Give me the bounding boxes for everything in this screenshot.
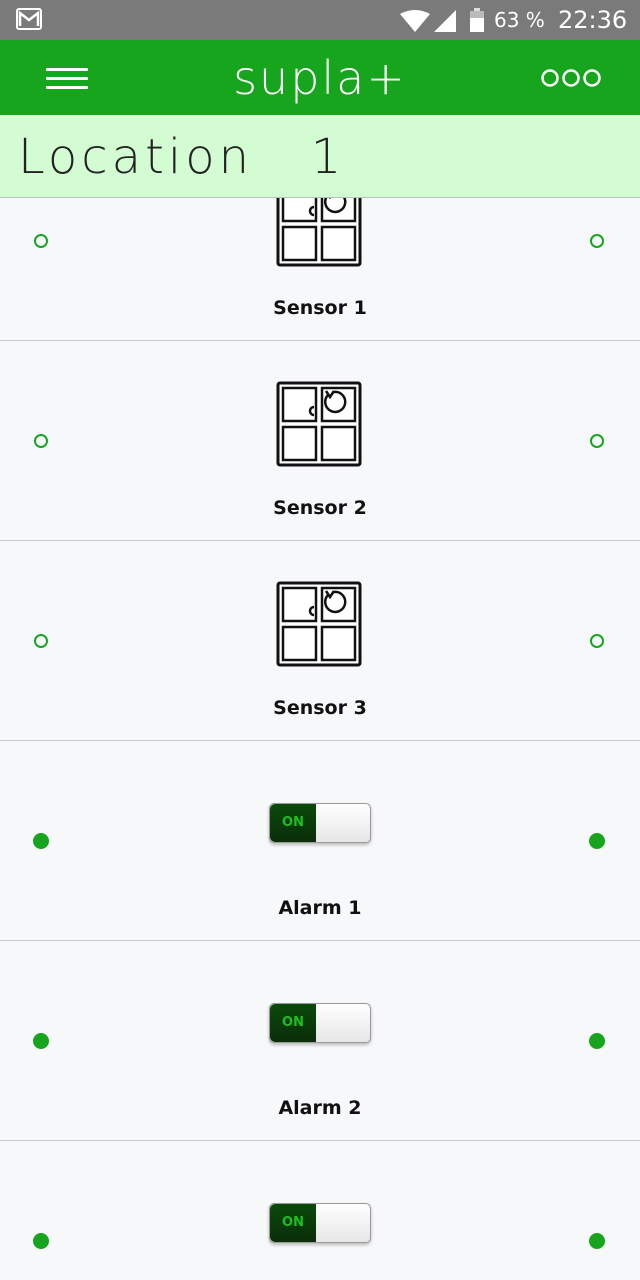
clock: 22:36 <box>558 6 628 34</box>
channel-label: Sensor 1 <box>273 297 367 319</box>
channel-label: Sensor 3 <box>273 697 367 719</box>
switch-on-label: ON <box>270 1004 316 1042</box>
switch-knob <box>316 1204 370 1242</box>
list-item-sensor-3[interactable]: Sensor 3 <box>0 541 640 742</box>
status-dot-right <box>589 1233 605 1249</box>
switch-knob <box>316 1004 370 1042</box>
status-dot-right <box>589 1033 605 1049</box>
list-item-sensor-2[interactable]: Sensor 2 <box>0 341 640 542</box>
list-item-alarm-2[interactable]: ON Alarm 2 <box>0 941 640 1142</box>
battery-percentage: 63 % <box>494 8 545 32</box>
status-dot-left <box>33 833 49 849</box>
location-title: Location 1 <box>18 129 346 185</box>
list-item-alarm-1[interactable]: ON Alarm 1 <box>0 741 640 942</box>
status-dot-right <box>589 833 605 849</box>
channel-list: Sensor 1 Sensor 2 Sensor 3 ON Alarm 1 ON… <box>0 198 640 1280</box>
three-circles-icon[interactable] <box>540 66 602 90</box>
signal-icon <box>434 10 456 32</box>
status-dot-right <box>590 234 604 248</box>
channel-label: Alarm 1 <box>278 897 362 919</box>
channel-label: Sensor 2 <box>273 497 367 519</box>
alarm-toggle-switch[interactable]: ON <box>269 1003 371 1043</box>
battery-icon <box>470 8 484 32</box>
status-dot-right <box>590 434 604 448</box>
list-item-sensor-1[interactable]: Sensor 1 <box>0 198 640 342</box>
switch-on-label: ON <box>270 804 316 842</box>
wifi-icon <box>400 10 430 32</box>
gmail-icon <box>16 8 42 30</box>
switch-on-label: ON <box>270 1204 316 1242</box>
location-header[interactable]: Location 1 <box>0 115 640 198</box>
window-sensor-icon <box>276 198 362 267</box>
list-item-alarm-3[interactable]: ON <box>0 1141 640 1280</box>
window-sensor-icon <box>276 381 362 467</box>
alarm-toggle-switch[interactable]: ON <box>269 803 371 843</box>
status-dot-left <box>34 234 48 248</box>
alarm-toggle-switch[interactable]: ON <box>269 1203 371 1243</box>
switch-knob <box>316 804 370 842</box>
status-dot-left <box>34 434 48 448</box>
channel-label: Alarm 2 <box>278 1097 362 1119</box>
status-dot-left <box>34 634 48 648</box>
status-dot-left <box>33 1233 49 1249</box>
app-bar: supla+ <box>0 40 640 115</box>
status-bar: 63 % 22:36 <box>0 0 640 40</box>
status-dot-left <box>33 1033 49 1049</box>
status-dot-right <box>590 634 604 648</box>
window-sensor-icon <box>276 581 362 667</box>
